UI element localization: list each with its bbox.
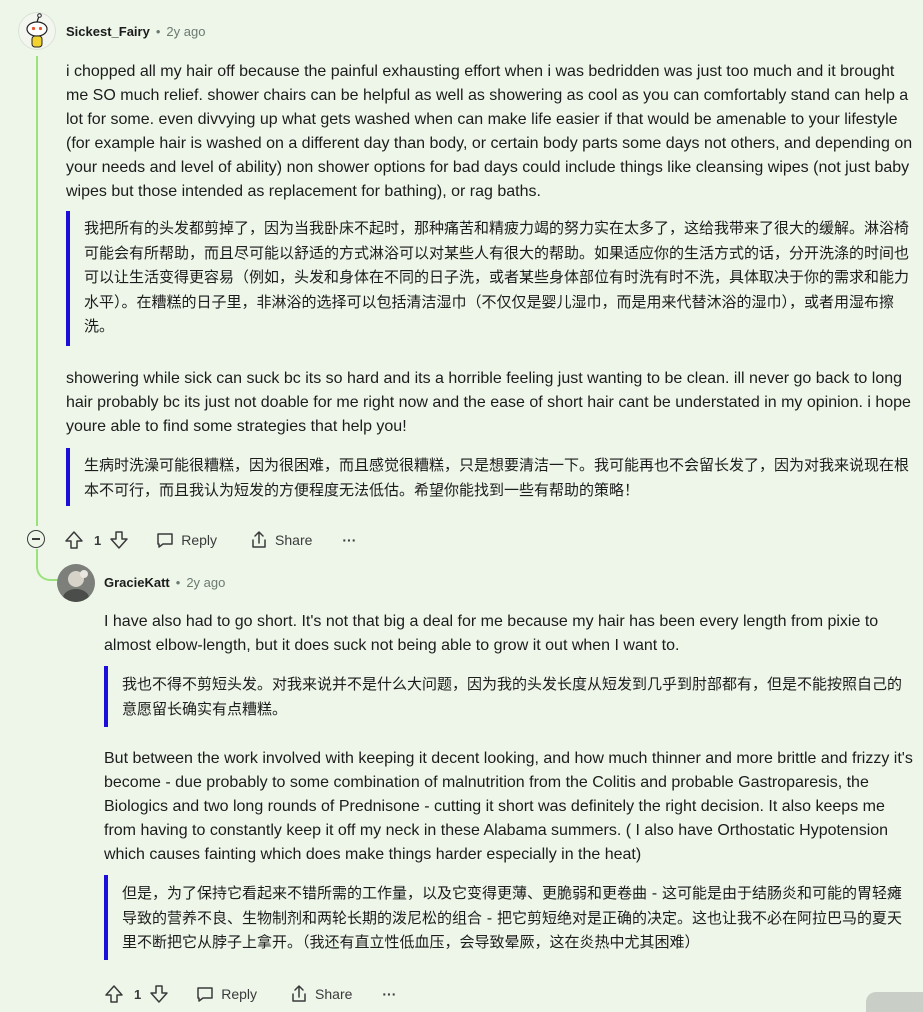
- comment-bubble-icon: [157, 533, 173, 548]
- share-button[interactable]: Share: [289, 984, 352, 1004]
- collapse-thread-button[interactable]: [27, 530, 45, 548]
- meta-separator: •: [155, 24, 161, 39]
- timestamp: 2y ago: [186, 575, 226, 590]
- upvote-button[interactable]: [64, 530, 84, 550]
- user-photo-avatar-icon: [57, 564, 95, 602]
- timestamp: 2y ago: [166, 24, 206, 39]
- translation-quote: 我把所有的头发都剪掉了，因为当我卧床不起时，那种痛苦和精疲力竭的努力实在太多了，…: [66, 211, 916, 346]
- share-icon: [252, 531, 266, 548]
- share-button[interactable]: Share: [249, 530, 312, 550]
- comment-paragraph: I have also had to go short. It's not th…: [104, 613, 879, 654]
- reply-label: Reply: [181, 532, 218, 548]
- reply-button[interactable]: Reply: [195, 984, 257, 1004]
- share-label: Share: [315, 986, 353, 1002]
- comment-action-bar: 1 Reply Share ···: [104, 980, 396, 1008]
- downvote-arrow-icon: [150, 985, 168, 1003]
- translation-text: 我也不得不剪短头发。对我来说并不是什么大问题，因为我的头发长度从短发到几乎到肘部…: [122, 675, 903, 718]
- downvote-arrow-icon: [110, 531, 128, 549]
- quote-bar: [104, 875, 108, 960]
- upvote-button[interactable]: [104, 984, 124, 1004]
- thread-line: [36, 56, 38, 526]
- share-label: Share: [275, 532, 313, 548]
- vote-score: 1: [134, 986, 142, 1002]
- translation-quote: 我也不得不剪短头发。对我来说并不是什么大问题，因为我的头发长度从短发到几乎到肘部…: [104, 666, 914, 727]
- comment-header: Sickest_Fairy • 2y ago: [66, 24, 205, 39]
- translation-text: 生病时洗澡可能很糟糕，因为很困难，而且感觉很糟糕，只是想要清洁一下。我可能再也不…: [84, 456, 910, 499]
- share-icon: [292, 985, 306, 1002]
- comment-action-bar: 1 Reply Share ···: [64, 526, 356, 554]
- translation-quote: 生病时洗澡可能很糟糕，因为很困难，而且感觉很糟糕，只是想要清洁一下。我可能再也不…: [66, 448, 916, 506]
- translation-text: 但是，为了保持它看起来不错所需的工作量，以及它变得更薄、更脆弱和更卷曲 - 这可…: [122, 884, 902, 951]
- floating-action-button[interactable]: [866, 992, 923, 1012]
- more-options-button[interactable]: ···: [382, 986, 396, 1002]
- comment-paragraph: showering while sick can suck bc its so …: [66, 370, 911, 435]
- downvote-button[interactable]: [149, 984, 169, 1004]
- reply-label: Reply: [221, 986, 258, 1002]
- upvote-arrow-icon: [105, 985, 123, 1003]
- username[interactable]: Sickest_Fairy: [66, 24, 150, 39]
- reply-button[interactable]: Reply: [155, 530, 217, 550]
- avatar[interactable]: [57, 564, 95, 602]
- snoo-avatar-icon: [18, 12, 56, 50]
- meta-separator: •: [175, 575, 181, 590]
- quote-bar: [104, 666, 108, 727]
- vote-score: 1: [94, 532, 102, 548]
- more-options-icon: ···: [342, 532, 357, 548]
- downvote-button[interactable]: [109, 530, 129, 550]
- comment-bubble-icon: [197, 987, 213, 1002]
- comment-header: GracieKatt • 2y ago: [104, 575, 225, 590]
- translation-quote: 但是，为了保持它看起来不错所需的工作量，以及它变得更薄、更脆弱和更卷曲 - 这可…: [104, 875, 914, 960]
- upvote-arrow-icon: [65, 531, 83, 549]
- more-options-icon: ···: [382, 986, 397, 1002]
- avatar[interactable]: [18, 12, 56, 50]
- quote-bar: [66, 448, 70, 506]
- username[interactable]: GracieKatt: [104, 575, 170, 590]
- translation-text: 我把所有的头发都剪掉了，因为当我卧床不起时，那种痛苦和精疲力竭的努力实在太多了，…: [84, 219, 910, 335]
- quote-bar: [66, 211, 70, 346]
- comment-paragraph: But between the work involved with keepi…: [104, 750, 913, 863]
- more-options-button[interactable]: ···: [342, 532, 356, 548]
- comment-paragraph: i chopped all my hair off because the pa…: [66, 63, 913, 200]
